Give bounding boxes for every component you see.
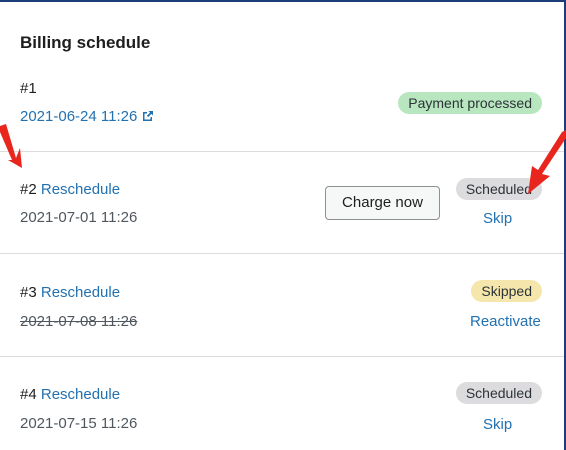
row-3-number: #3 (20, 284, 37, 301)
row-4-number: #4 (20, 386, 37, 403)
row-divider (0, 253, 564, 254)
row-2-number-line: #2 Reschedule (20, 181, 120, 198)
status-badge-scheduled: Scheduled (455, 382, 542, 404)
status-badge-payment-processed: Payment processed (398, 92, 542, 114)
row-1-date-link[interactable]: 2021-06-24 11:26 (20, 108, 154, 125)
row-2-date: 2021-07-01 11:26 (20, 209, 138, 226)
row-3-date: 2021-07-08 11:26 (20, 313, 138, 330)
row-1-number: #1 (20, 80, 37, 97)
row-2-number: #2 (20, 181, 37, 198)
row-3-reactivate-link[interactable]: Reactivate (470, 313, 541, 330)
row-3-reschedule-link[interactable]: Reschedule (41, 284, 120, 301)
red-arrow-icon (528, 130, 566, 194)
row-1-date: 2021-06-24 11:26 (20, 108, 138, 125)
red-arrow-icon (0, 124, 22, 168)
status-badge-skipped: Skipped (471, 280, 542, 302)
charge-now-button[interactable]: Charge now (325, 186, 440, 220)
panel-title: Billing schedule (20, 33, 151, 52)
row-divider (0, 151, 564, 152)
row-4-number-line: #4 Reschedule (20, 386, 120, 403)
row-2-skip-link[interactable]: Skip (483, 210, 512, 227)
row-divider (0, 356, 564, 357)
billing-schedule-panel: Billing schedule #1 2021-06-24 11:26 Pay… (0, 0, 566, 450)
row-4-date: 2021-07-15 11:26 (20, 415, 138, 432)
row-3-number-line: #3 Reschedule (20, 284, 120, 301)
row-2-reschedule-link[interactable]: Reschedule (41, 181, 120, 198)
external-link-icon (143, 111, 154, 121)
row-4-skip-link[interactable]: Skip (483, 416, 512, 433)
row-4-reschedule-link[interactable]: Reschedule (41, 386, 120, 403)
